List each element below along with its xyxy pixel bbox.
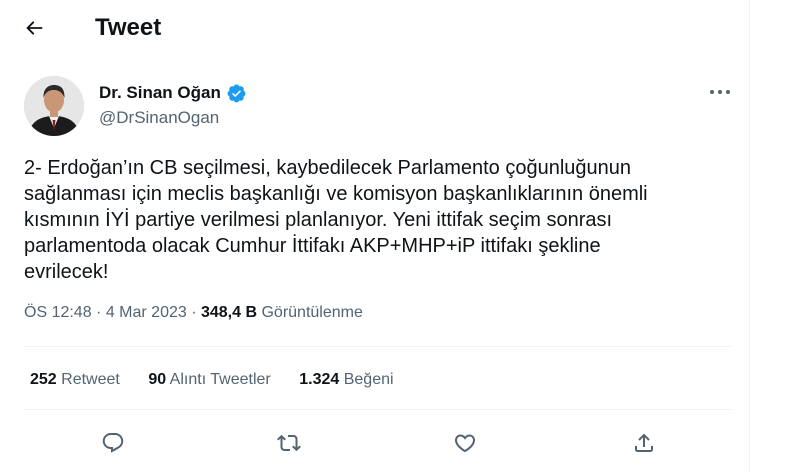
meta-separator: ·: [186, 304, 201, 321]
quotes-label: Alıntı Tweetler: [169, 371, 271, 388]
tweet-text: 2- Erdoğan’ın CB seçilmesi, kaybedilecek…: [24, 155, 724, 285]
tweet-meta: ÖS 12:48 · 4 Mar 2023 · 348,4 B Görüntül…: [24, 303, 363, 323]
share-icon: [635, 433, 653, 452]
views-label: Görüntülenme: [261, 304, 363, 321]
reply-icon: [102, 433, 124, 453]
like-button[interactable]: [447, 425, 483, 461]
tweet-stats: 252 Retweet 90 Alıntı Tweetler 1.324 Beğ…: [30, 370, 418, 390]
more-options-button[interactable]: [705, 80, 735, 104]
avatar-image: [24, 76, 84, 136]
like-icon: [454, 434, 476, 453]
share-button[interactable]: [626, 425, 662, 461]
tweet-text-line: kısmının İYİ partiye verilmesi planlanıy…: [24, 209, 613, 231]
arrow-left-icon: [26, 21, 43, 35]
tweet-text-line: 2- Erdoğan’ın CB seçilmesi, kaybedilecek…: [24, 157, 632, 179]
views-count: 348,4 B: [200, 304, 258, 321]
author-handle[interactable]: @DrSinanOgan: [99, 107, 219, 129]
likes-count: 1.324: [299, 371, 340, 388]
author-name-row[interactable]: Dr. Sinan Oğan: [99, 82, 247, 104]
more-horizontal-icon: [710, 90, 730, 94]
reply-button[interactable]: [95, 425, 131, 461]
tweet-actions: [0, 425, 750, 461]
verified-badge-icon: [227, 84, 246, 102]
avatar[interactable]: [24, 76, 84, 136]
tweet-text-line: sağlanması için meclis başkanlığı ve kom…: [24, 183, 648, 205]
tweet-text-line: evrilecek!: [24, 261, 109, 283]
retweet-icon: [277, 434, 301, 452]
tweet-timestamp[interactable]: ÖS 12:48 · 4 Mar 2023: [24, 304, 187, 321]
author-display-name[interactable]: Dr. Sinan Oğan: [99, 82, 221, 104]
header: Tweet: [0, 0, 750, 56]
quotes-count: 90: [148, 371, 167, 388]
quotes-stat[interactable]: 90 Alıntı Tweetler: [148, 370, 270, 390]
tweet-text-line: parlamentoda olacak Cumhur İttifakı AKP+…: [24, 235, 601, 257]
likes-label: Beğeni: [343, 371, 394, 388]
divider: [24, 409, 732, 410]
retweet-button[interactable]: [271, 425, 307, 461]
divider: [24, 346, 732, 347]
page-title: Tweet: [95, 14, 162, 41]
retweets-label: Retweet: [61, 371, 120, 388]
tweet-column: Tweet Dr. Sinan Oğan @DrSinanOgan 2- Erd…: [0, 0, 750, 472]
retweets-stat[interactable]: 252 Retweet: [30, 370, 120, 390]
likes-stat[interactable]: 1.324 Beğeni: [299, 370, 393, 390]
retweets-count: 252: [30, 371, 57, 388]
back-button[interactable]: [16, 10, 52, 46]
